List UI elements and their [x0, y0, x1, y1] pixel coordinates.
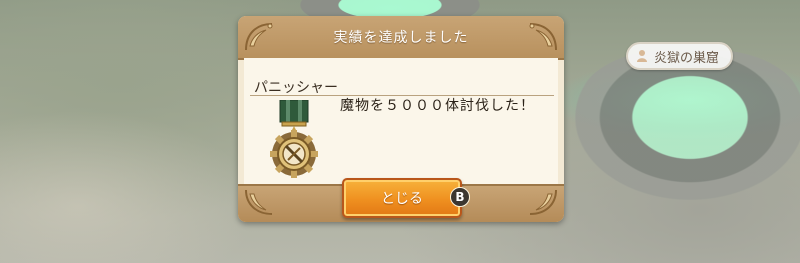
dialog-title: 実績を達成しました [333, 30, 469, 46]
location-name: 炎獄の巣窟 [654, 50, 720, 66]
b-button-hint-icon: B [450, 187, 470, 207]
game-scene: 炎獄の巣窟 実績を達成しました パニッシャー 魔物を５０００体討伐した！ とじる… [0, 0, 800, 263]
person-marker-icon [634, 48, 650, 64]
close-button[interactable]: とじる [342, 178, 462, 218]
glowing-pedestal-right [575, 50, 800, 200]
sword-medal-icon [268, 99, 320, 182]
close-button-label: とじる [381, 191, 423, 207]
dialog-body: パニッシャー 魔物を５０００体討伐した！ [244, 58, 558, 184]
corner-ornament-icon [526, 188, 560, 218]
achievement-description: 魔物を５０００体討伐した！ [340, 98, 535, 114]
achievement-name: パニッシャー [254, 80, 338, 96]
location-badge: 炎獄の巣窟 [626, 42, 734, 70]
achievement-dialog: 実績を達成しました パニッシャー 魔物を５０００体討伐した！ とじる B [238, 16, 564, 222]
ground-path [0, 110, 260, 263]
corner-ornament-icon [242, 188, 276, 218]
